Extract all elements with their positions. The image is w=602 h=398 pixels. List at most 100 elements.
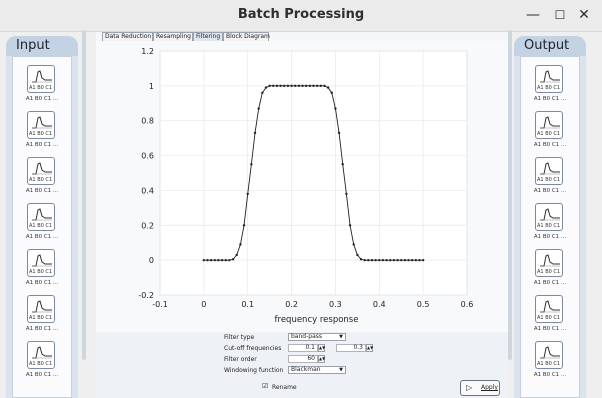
windowing-select[interactable]: Blackman ▼ xyxy=(288,366,346,374)
close-icon[interactable]: ✕ xyxy=(572,4,596,26)
data-point xyxy=(341,163,344,166)
data-point xyxy=(403,258,407,262)
waveform-file-icon: A1 B0 C1 xyxy=(27,65,55,93)
item-icon-text: A1 B0 C1 xyxy=(537,131,561,137)
list-item[interactable]: A1 B0 C1 A1 B0 C1 ... xyxy=(21,249,65,293)
waveform-file-icon: A1 B0 C1 xyxy=(27,157,55,185)
data-point xyxy=(213,258,217,262)
list-item[interactable]: A1 B0 C1 A1 B0 C1 ... xyxy=(529,295,573,339)
list-item[interactable]: A1 B0 C1 A1 B0 C1 ... xyxy=(529,341,573,385)
windowing-value: Blackman xyxy=(291,366,321,373)
filter-controls: Filter type band-pass ▼ Cut-off frequenci… xyxy=(96,332,508,398)
data-point xyxy=(279,84,282,88)
data-point xyxy=(261,91,264,95)
item-icon-text: A1 B0 C1 xyxy=(29,177,53,183)
waveform-file-icon: A1 B0 C1 xyxy=(535,65,563,93)
list-item[interactable]: A1 B0 C1 A1 B0 C1 ... xyxy=(529,111,573,155)
data-point xyxy=(410,258,414,262)
data-point xyxy=(312,84,315,88)
list-item[interactable]: A1 B0 C1 A1 B0 C1 ... xyxy=(21,65,65,109)
data-point xyxy=(264,86,268,89)
center-panel: Data Reduction Resampling Filtering Block D… xyxy=(96,32,508,398)
item-caption: A1 B0 C1 ... xyxy=(25,234,59,240)
data-point xyxy=(389,258,392,262)
cutoff-low-input[interactable]: 0.1 xyxy=(288,344,318,352)
data-point xyxy=(253,131,257,135)
data-point xyxy=(308,84,312,88)
tab-resampling[interactable]: Resampling xyxy=(153,32,193,41)
list-item[interactable]: A1 B0 C1 A1 B0 C1 ... xyxy=(529,203,573,247)
minimize-icon[interactable]: — xyxy=(521,4,545,26)
apply-button[interactable]: ▷ Apply xyxy=(460,380,500,396)
data-point xyxy=(330,91,333,95)
waveform-file-icon: A1 B0 C1 xyxy=(27,341,55,369)
input-item-list[interactable]: A1 B0 C1 A1 B0 C1 ... A1 B0 C1 A1 B0 C1 ...… xyxy=(12,56,72,398)
item-caption: A1 B0 C1 ... xyxy=(25,188,59,194)
windowing-label: Windowing function xyxy=(224,367,284,374)
data-point xyxy=(345,192,348,196)
data-point xyxy=(224,258,227,262)
data-point xyxy=(381,258,385,262)
center-scrollbar[interactable] xyxy=(508,30,512,360)
title-bar: Batch Processing — ☐ ✕ xyxy=(0,0,602,32)
cutoff-high-stepper[interactable]: ▲▼ xyxy=(366,344,373,352)
list-item[interactable]: A1 B0 C1 A1 B0 C1 ... xyxy=(21,341,65,385)
data-point xyxy=(421,258,425,262)
item-icon-text: A1 B0 C1 xyxy=(537,85,561,91)
item-caption: A1 B0 C1 ... xyxy=(25,280,59,286)
data-point xyxy=(290,84,293,88)
data-point xyxy=(301,84,304,88)
filter-order-label: Filter order xyxy=(224,356,257,363)
filter-order-input[interactable]: 60 xyxy=(288,355,318,363)
y-tick-label: 0 xyxy=(149,256,154,265)
data-point xyxy=(378,258,381,262)
input-scrollbar[interactable] xyxy=(82,30,86,360)
data-point xyxy=(286,84,290,88)
cutoff-high-input[interactable]: 0.3 xyxy=(336,344,366,352)
data-point xyxy=(414,258,418,262)
item-icon-text: A1 B0 C1 xyxy=(29,315,53,321)
filter-type-label: Filter type xyxy=(224,334,255,341)
rename-checkbox[interactable]: ☑ xyxy=(262,383,269,390)
data-point xyxy=(315,84,319,88)
data-point xyxy=(206,258,209,262)
data-point xyxy=(297,84,301,88)
apply-label: Apply xyxy=(481,384,498,391)
data-point xyxy=(250,163,253,166)
tab-block-diagram[interactable]: Block Diagram xyxy=(223,32,270,41)
data-point xyxy=(272,84,275,88)
list-item[interactable]: A1 B0 C1 A1 B0 C1 ... xyxy=(529,157,573,201)
x-tick-label: 0.1 xyxy=(241,300,254,309)
output-panel-body: A1 B0 C1 A1 B0 C1 ... A1 B0 C1 A1 B0 C1 ...… xyxy=(514,56,586,398)
list-item[interactable]: A1 B0 C1 A1 B0 C1 ... xyxy=(529,65,573,109)
list-item[interactable]: A1 B0 C1 A1 B0 C1 ... xyxy=(21,295,65,339)
list-item[interactable]: A1 B0 C1 A1 B0 C1 ... xyxy=(529,249,573,293)
cutoff-low-stepper[interactable]: ▲▼ xyxy=(318,344,325,352)
x-tick-label: -0.1 xyxy=(152,300,168,309)
data-point xyxy=(370,258,374,262)
tab-filtering[interactable]: Filtering xyxy=(193,32,223,41)
list-item[interactable]: A1 B0 C1 A1 B0 C1 ... xyxy=(21,111,65,155)
filter-order-stepper[interactable]: ▲▼ xyxy=(318,355,325,363)
waveform-file-icon: A1 B0 C1 xyxy=(535,249,563,277)
y-tick-label: 0.6 xyxy=(141,152,154,161)
tab-data-reduction[interactable]: Data Reduction xyxy=(102,32,153,41)
data-point xyxy=(326,86,330,89)
data-point xyxy=(235,253,238,257)
data-point xyxy=(304,84,308,88)
data-point xyxy=(337,131,341,135)
y-tick-label: 0.4 xyxy=(141,186,154,195)
item-caption: A1 B0 C1 ... xyxy=(25,142,59,148)
list-item[interactable]: A1 B0 C1 A1 B0 C1 ... xyxy=(21,157,65,201)
data-point xyxy=(246,192,249,196)
data-point xyxy=(392,258,396,262)
maximize-icon[interactable]: ☐ xyxy=(548,4,572,26)
input-panel-title: Input xyxy=(16,38,50,53)
data-point xyxy=(283,84,286,88)
data-point xyxy=(209,258,213,262)
output-item-list[interactable]: A1 B0 C1 A1 B0 C1 ... A1 B0 C1 A1 B0 C1 ...… xyxy=(520,56,580,398)
item-icon-text: A1 B0 C1 xyxy=(29,361,53,367)
filter-type-select[interactable]: band-pass ▼ xyxy=(288,333,346,341)
item-icon-text: A1 B0 C1 xyxy=(29,269,53,275)
list-item[interactable]: A1 B0 C1 A1 B0 C1 ... xyxy=(21,203,65,247)
